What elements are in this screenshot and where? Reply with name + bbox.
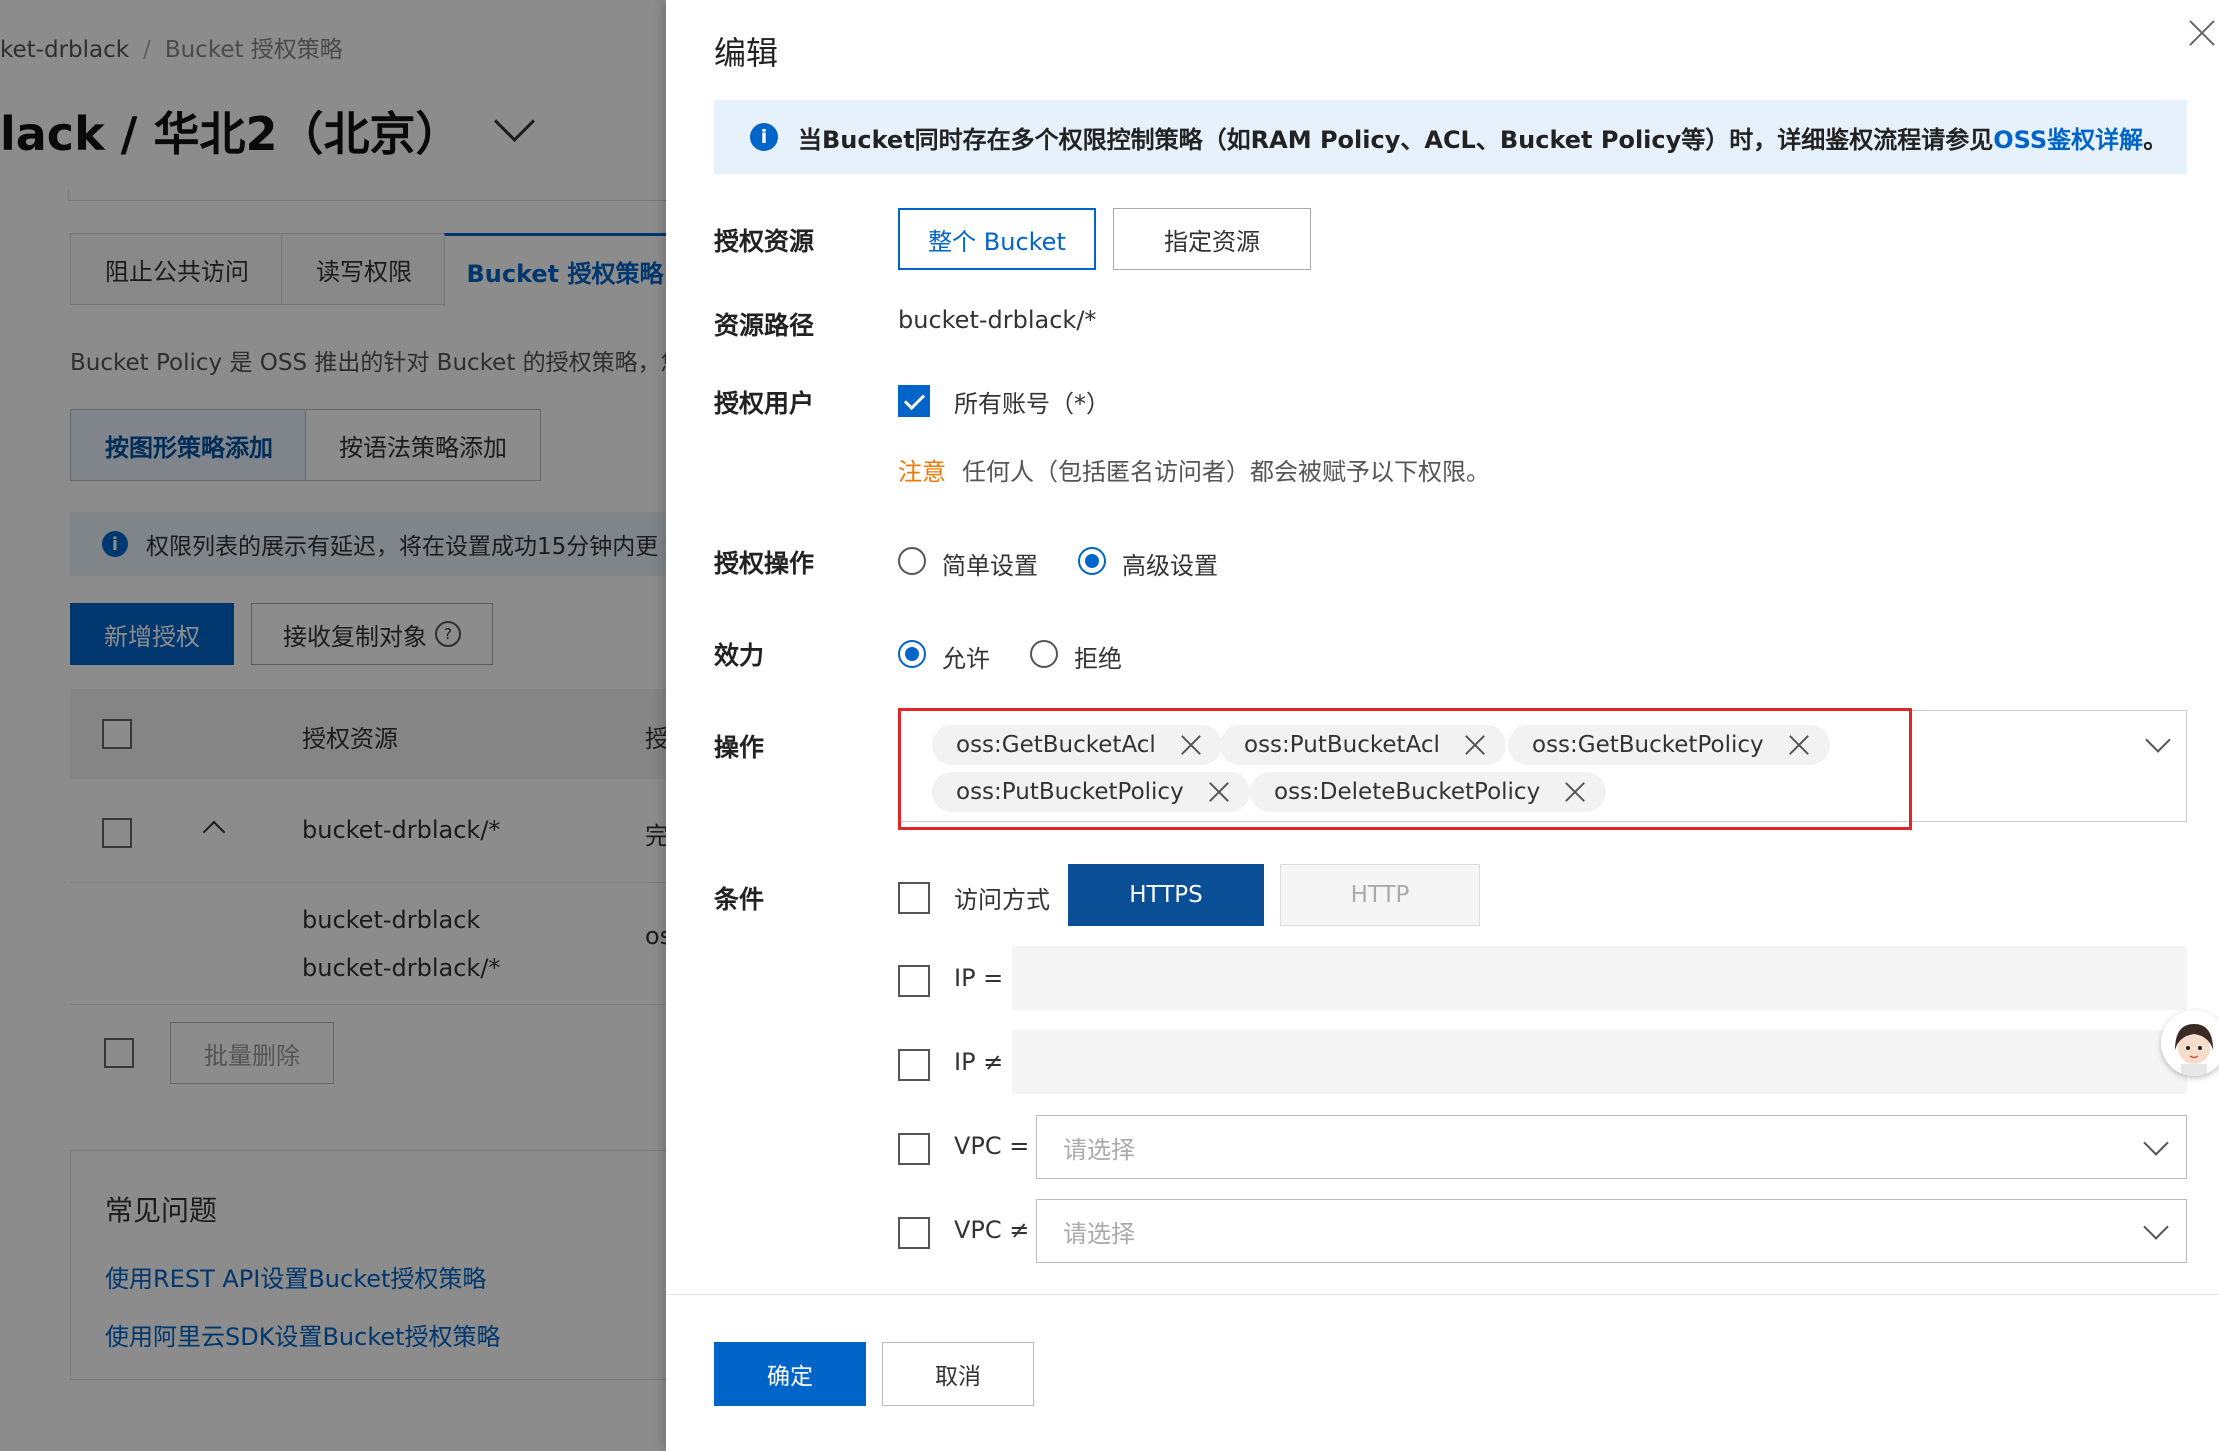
ip-not-equal-label: IP ≠ — [954, 1048, 1004, 1076]
warning-label: 注意 — [898, 458, 946, 486]
policy-notice-end: 。 — [2143, 125, 2168, 154]
label-conditions: 条件 — [714, 885, 765, 914]
radio-simple-label: 简单设置 — [942, 552, 1038, 580]
ip-equal-input[interactable] — [1012, 946, 2187, 1010]
label-effect: 效力 — [714, 641, 765, 670]
warning-text: 任何人（包括匿名访问者）都会被赋予以下权限。 — [962, 458, 1490, 486]
resource-whole-bucket[interactable]: 整个 Bucket — [898, 208, 1096, 270]
all-accounts-checkbox[interactable] — [898, 385, 930, 417]
oss-auth-link[interactable]: OSS鉴权详解 — [1993, 120, 2143, 155]
info-icon: i — [750, 123, 778, 151]
label-operation-mode: 授权操作 — [714, 549, 815, 578]
ip-equal-label: IP = — [954, 964, 1004, 992]
label-path: 资源路径 — [714, 311, 815, 340]
access-method-label: 访问方式 — [954, 886, 1050, 914]
close-icon[interactable] — [2185, 16, 2219, 50]
resource-path-value: bucket-drblack/* — [898, 306, 1097, 334]
vpc-not-equal-label: VPC ≠ — [954, 1216, 1030, 1244]
radio-advanced-label: 高级设置 — [1122, 552, 1218, 580]
assistant-avatar-icon — [2175, 1024, 2213, 1076]
vpc-not-equal-placeholder: 请选择 — [1063, 1219, 1135, 1248]
label-actions: 操作 — [714, 733, 765, 762]
vpc-equal-label: VPC = — [954, 1132, 1030, 1160]
edit-drawer: 编辑 i 当Bucket同时存在多个权限控制策略（如RAM Policy、ACL… — [666, 0, 2219, 1451]
chevron-down-icon — [2143, 1130, 2169, 1156]
label-user: 授权用户 — [714, 389, 815, 418]
assistant-avatar[interactable] — [2161, 1010, 2219, 1076]
ip-equal-checkbox[interactable] — [898, 965, 930, 997]
policy-notice: i 当Bucket同时存在多个权限控制策略（如RAM Policy、ACL、Bu… — [714, 100, 2187, 174]
ip-not-equal-input[interactable] — [1012, 1030, 2187, 1094]
vpc-not-equal-select[interactable]: 请选择 — [1036, 1199, 2187, 1263]
http-button[interactable]: HTTP — [1280, 864, 1480, 926]
radio-simple[interactable] — [898, 547, 926, 575]
highlight-box — [898, 708, 1912, 830]
vpc-equal-select[interactable]: 请选择 — [1036, 1115, 2187, 1179]
vpc-not-equal-checkbox[interactable] — [898, 1217, 930, 1249]
radio-deny[interactable] — [1030, 640, 1058, 668]
footer-divider — [666, 1294, 2219, 1295]
confirm-button[interactable]: 确定 — [714, 1342, 866, 1406]
radio-deny-label: 拒绝 — [1074, 645, 1122, 673]
access-method-checkbox[interactable] — [898, 882, 930, 914]
https-button[interactable]: HTTPS — [1068, 864, 1264, 926]
chevron-down-icon[interactable] — [2145, 727, 2171, 753]
policy-notice-text: 当Bucket同时存在多个权限控制策略（如RAM Policy、ACL、Buck… — [798, 125, 1994, 154]
modal-overlay[interactable] — [0, 0, 666, 1451]
radio-allow[interactable] — [898, 640, 926, 668]
ip-not-equal-checkbox[interactable] — [898, 1049, 930, 1081]
drawer-title: 编辑 — [714, 34, 779, 72]
radio-advanced[interactable] — [1078, 547, 1106, 575]
resource-specific[interactable]: 指定资源 — [1113, 208, 1311, 270]
chevron-down-icon — [2143, 1214, 2169, 1240]
vpc-equal-checkbox[interactable] — [898, 1133, 930, 1165]
all-accounts-label: 所有账号（*） — [954, 390, 1110, 418]
vpc-equal-placeholder: 请选择 — [1063, 1135, 1135, 1164]
radio-allow-label: 允许 — [942, 645, 990, 673]
cancel-button[interactable]: 取消 — [882, 1342, 1034, 1406]
label-resource: 授权资源 — [714, 227, 815, 256]
